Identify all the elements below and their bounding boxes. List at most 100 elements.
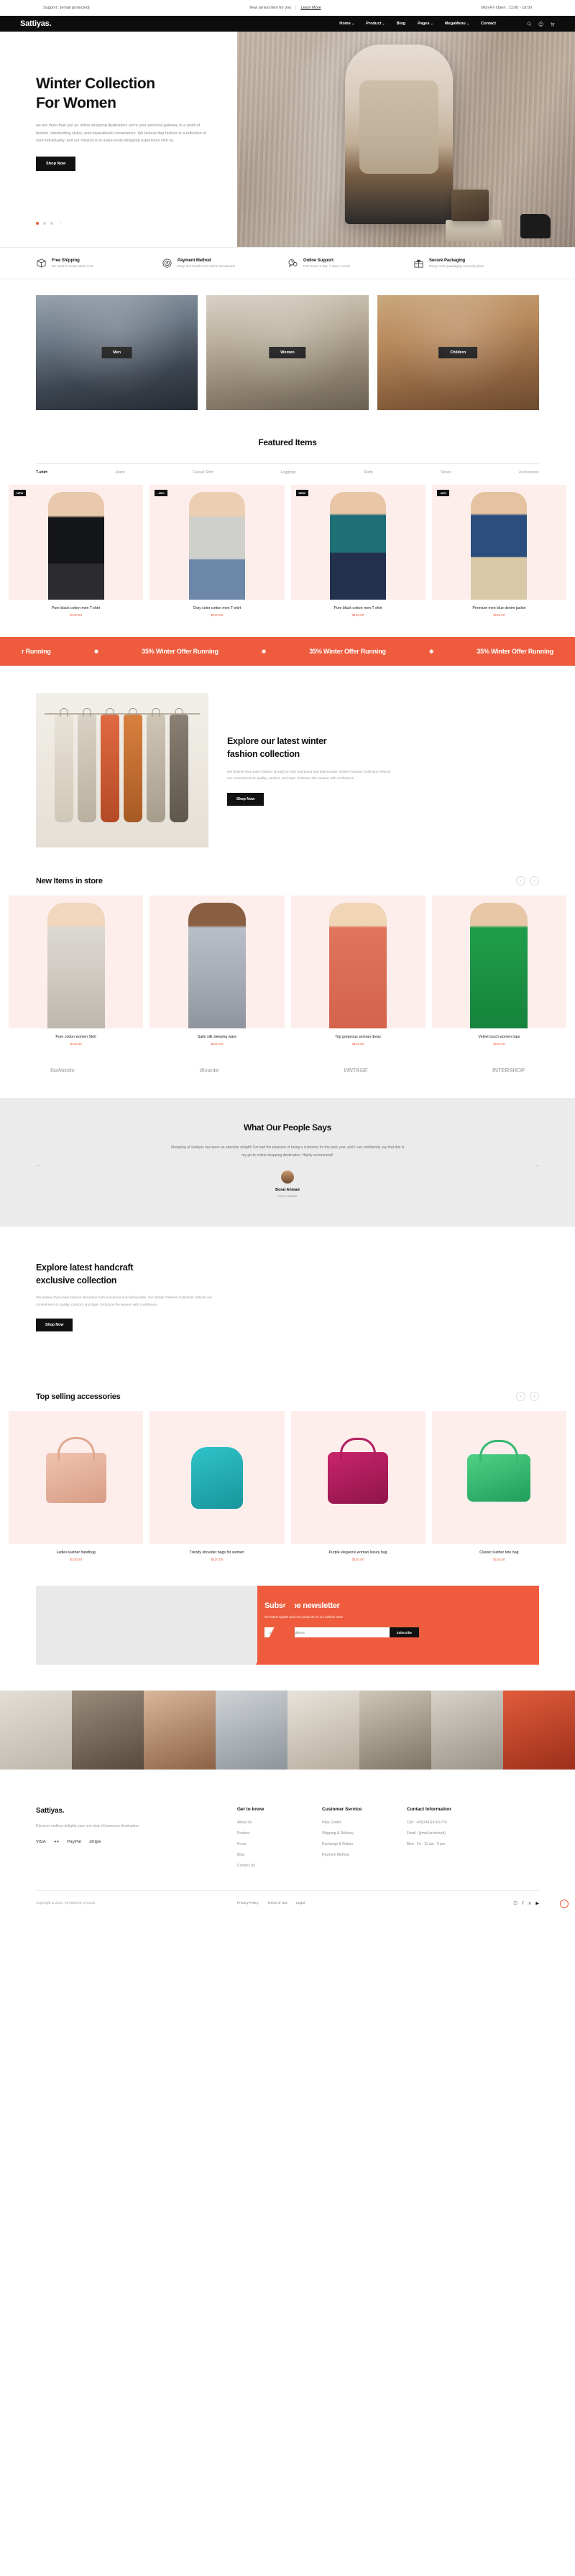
footer-link-product[interactable]: Product [237,1831,322,1836]
product-image: NEW [290,485,426,600]
chevron-down-icon: ˅ [431,22,433,26]
product-name: Pure black cotton men T-shirt [334,606,382,610]
gallery-image-5[interactable] [288,1691,359,1770]
carousel-dot-3[interactable] [50,222,53,225]
footer-logo[interactable]: Sattiyas. [36,1807,237,1815]
product-card[interactable]: NEW Pure black cotton men T-shirt $130.0… [290,485,426,617]
tab-jeans[interactable]: Jeans [115,470,125,475]
instagram-icon[interactable]: ☐ [513,1901,517,1906]
product-card[interactable]: Satin silk sleeping ware $130.00 [150,896,285,1046]
category-card-men[interactable]: Men [36,295,198,410]
product-figure [471,492,528,600]
product-card[interactable]: Ladies leather handbag $130.00 [9,1411,144,1561]
footer-link-shipping-delivery[interactable]: Shipping & Delivery [322,1831,407,1836]
gallery-image-7[interactable] [431,1691,503,1770]
hero-shop-now-button[interactable]: Shop Now [36,157,76,172]
carousel-next-button[interactable]: › [530,876,539,885]
nav-item-contact-label: Contact [481,22,496,26]
gallery-image-3[interactable] [144,1691,216,1770]
gallery-image-8[interactable] [503,1691,575,1770]
youtube-icon[interactable]: ▶ [535,1901,539,1906]
nav-item-blog[interactable]: Blog [397,22,405,26]
gallery-image-4[interactable] [216,1691,288,1770]
gallery-image-2[interactable] [72,1691,144,1770]
gallery-image-1[interactable] [0,1691,72,1770]
product-badge: NEW [14,490,27,496]
testimonial-quote: Shopping at Sattiyas has been an absolut… [170,1145,405,1158]
features-bar: Free Shipping No need to worry about cos… [0,247,575,279]
product-card[interactable]: Velvet touch women tops $130.00 [431,896,566,1046]
product-card[interactable]: Trendy shoulder bags for women $120.00 [150,1411,285,1561]
product-card[interactable]: Pure cotton women Skirt $130.00 [9,896,144,1046]
category-card-children[interactable]: Children [377,295,539,410]
product-figure [188,903,246,1028]
nav-item-pages-label: Pages [418,22,430,26]
tab-shoes[interactable]: Shoes [441,470,451,475]
category-label: Women [269,347,306,358]
carousel-prev-button[interactable]: ‹ [516,876,525,885]
handcraft-title-line1: Explore latest handcraft [36,1263,134,1273]
footer-link-blog[interactable]: Blog [237,1853,322,1857]
marquee-text-0: r Running [21,648,51,655]
product-image [9,896,144,1028]
carousel-next-button[interactable]: › [530,1392,539,1402]
newsletter-title: Subscribe newsletter [264,1601,340,1611]
product-card[interactable]: Purple elegance woman luxury bag $130.00 [290,1411,426,1561]
new-items-title: New Items in store [36,876,103,885]
testimonial-prev-arrow[interactable]: ← [36,1163,41,1168]
cart-icon[interactable] [550,17,555,30]
brand-logo-divante: divante [199,1067,219,1074]
search-icon[interactable] [527,17,532,30]
product-card[interactable]: Top gorgeous woman dress $130.00 [290,896,426,1046]
explore-shop-now-button[interactable]: Shop Now [227,792,264,806]
tab-accessories[interactable]: Accessories [519,470,539,475]
tab-casual-shirt[interactable]: Casual Shirt [193,470,213,475]
nav-item-megamenu[interactable]: MegaMenu ˅ [445,22,469,26]
carousel-dot-1[interactable] [36,222,39,225]
category-card-women[interactable]: Women [206,295,369,410]
footer-link-legal[interactable]: Legal [296,1902,305,1905]
footer-link-help-center[interactable]: Help Center [322,1821,407,1825]
star-icon: ✸ [261,648,267,655]
back-to-top-button[interactable]: ↑ [560,1899,569,1908]
learn-more-link[interactable]: Learn More [301,6,321,10]
feature-secure-packaging: Secure Packaging Every order packaging s… [413,258,539,269]
handcraft-shop-now-button[interactable]: Shop Now [36,1319,73,1332]
nav-item-product[interactable]: Product ˅ [366,22,384,26]
footer-link-payment-method[interactable]: Payment Method [322,1853,407,1857]
product-card[interactable]: -15% Gray color cotton men T-shirt $130.… [150,485,285,617]
tab-tshirt[interactable]: T-shirt [36,470,47,475]
tab-skirts[interactable]: Skirts [364,470,373,475]
product-name: Gray color cotton men T-shirt [193,606,242,610]
product-card[interactable]: -15% Premium men blue denim jacket $160.… [431,485,566,617]
nav-item-pages[interactable]: Pages ˅ [418,22,433,26]
product-badge: NEW [295,490,308,496]
nav-item-home[interactable]: Home ˅ [339,22,354,26]
footer-link-privacy-policy[interactable]: Privacy Policy [237,1902,259,1905]
nav-item-contact[interactable]: Contact [481,22,496,26]
footer-link-press[interactable]: Press [237,1842,322,1846]
footer-link-exchange-return[interactable]: Exchange & Return [322,1842,407,1846]
feature-title: Secure Packaging [429,258,466,263]
user-icon[interactable] [538,17,543,30]
carousel-next-icon[interactable]: › [60,221,62,225]
site-logo[interactable]: Sattiyas. [20,19,52,28]
product-figure [47,492,104,600]
product-card[interactable]: Classic leather tote bag $130.00 [431,1411,566,1561]
feature-title: Free Shipping [52,258,80,263]
newsletter-subscribe-button[interactable]: Subscribe [389,1627,419,1638]
gallery-image-6[interactable] [359,1691,431,1770]
product-image [431,896,566,1028]
facebook-icon[interactable]: f [523,1902,524,1906]
footer-link-terms-of-use[interactable]: Terms of Use [267,1902,288,1905]
tab-leggings[interactable]: Leggings [281,470,296,475]
x-twitter-icon[interactable]: x [528,1902,530,1906]
footer-link-contact-us[interactable]: Contact Us [237,1864,322,1868]
carousel-prev-button[interactable]: ‹ [516,1392,525,1402]
carousel-dot-2[interactable] [43,222,46,225]
testimonial-next-arrow[interactable]: → [534,1163,539,1168]
footer-link-about-us[interactable]: About Us [237,1821,322,1825]
product-card[interactable]: NEW Pure black cotton men T-shirt $130.0… [9,485,144,617]
feature-title: Payment Method [178,258,211,263]
product-image: -15% [431,485,566,600]
